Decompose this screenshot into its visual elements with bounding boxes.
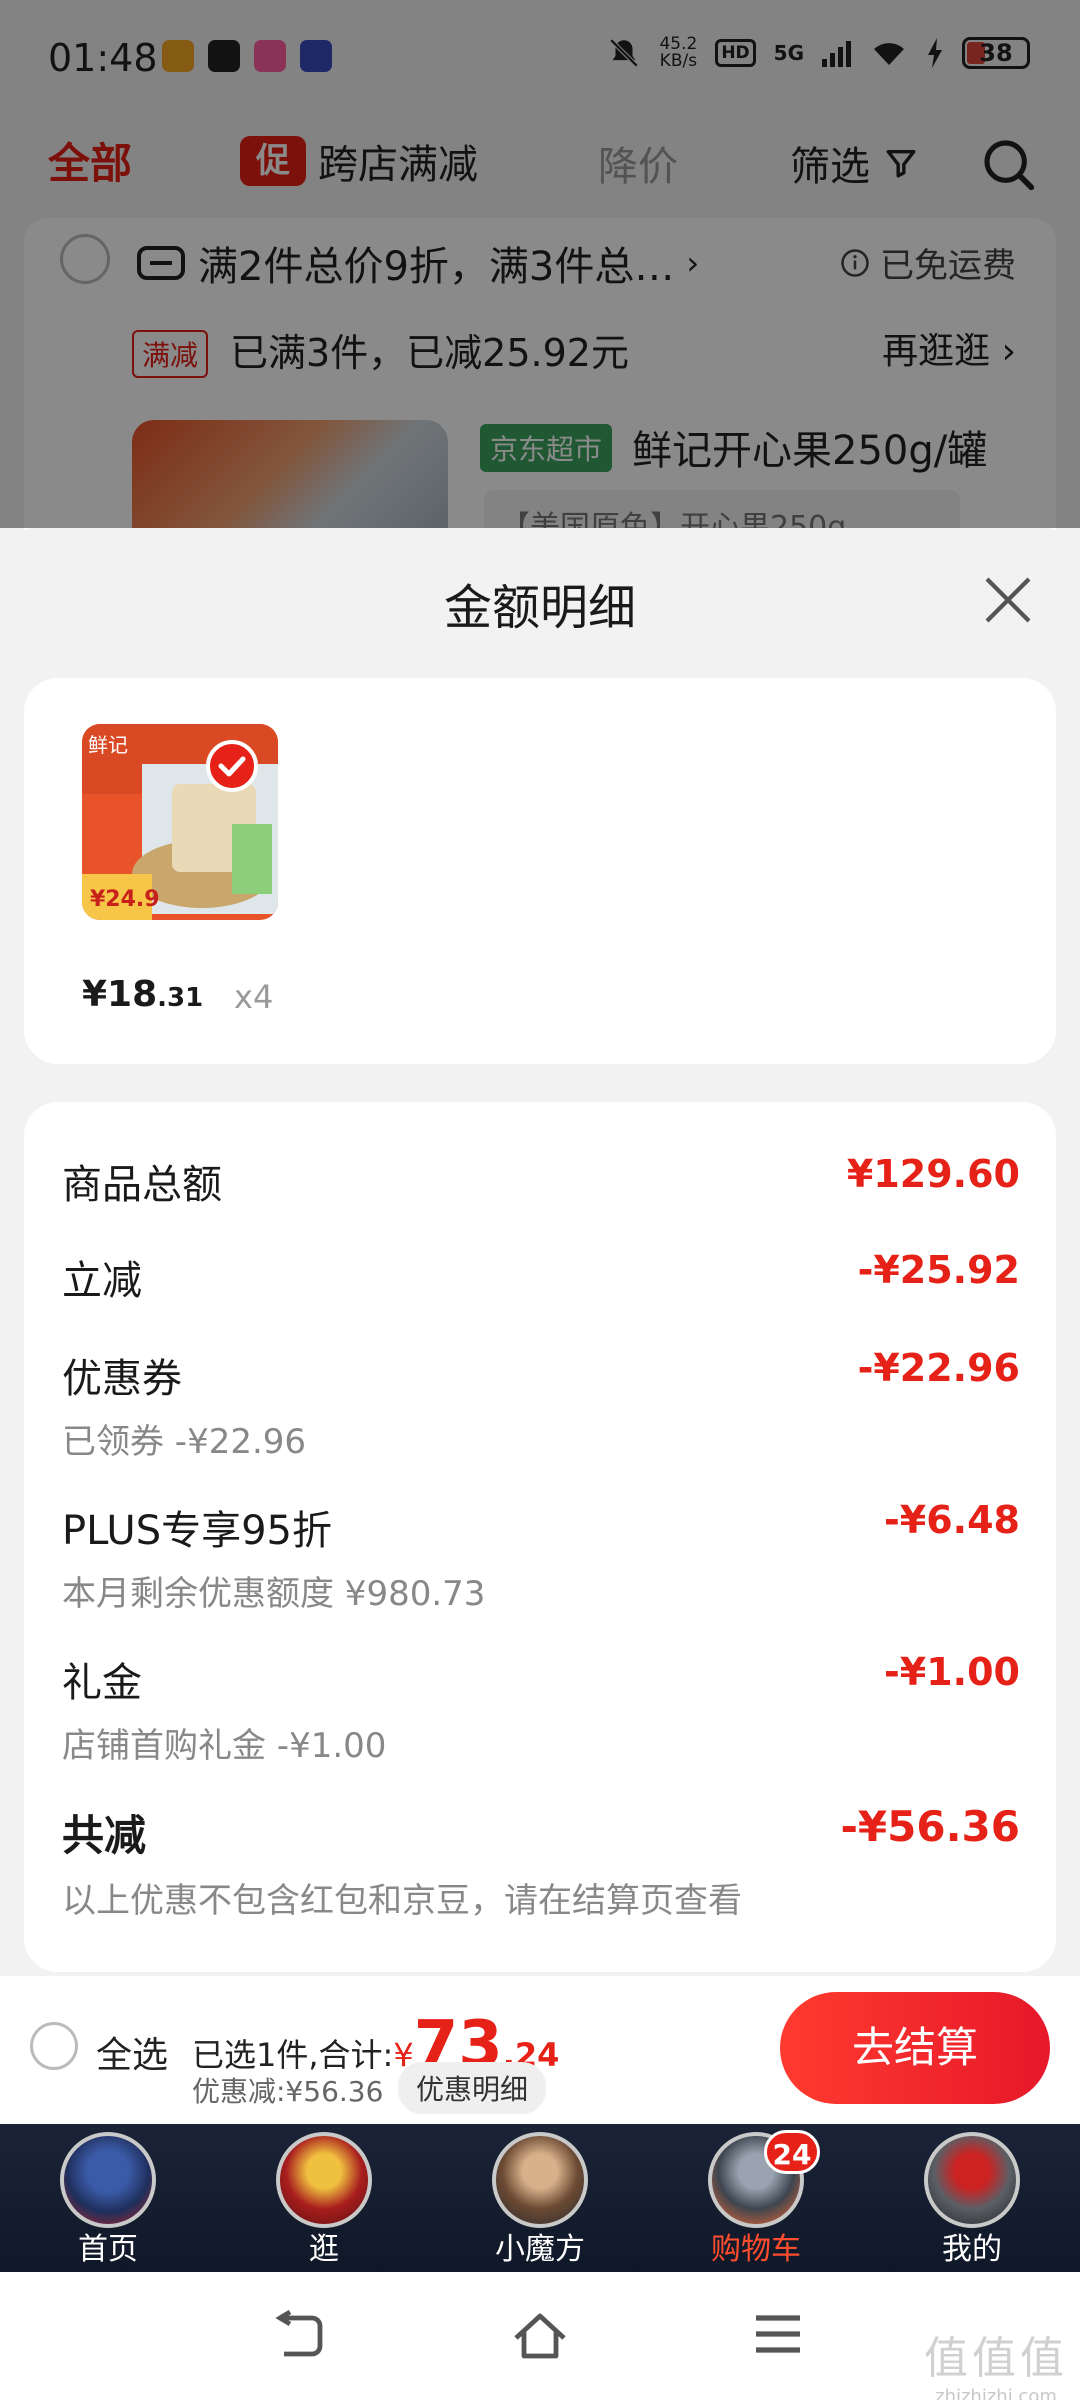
tab-me[interactable]: 我的 bbox=[902, 2124, 1042, 2272]
row-coupon: 优惠券 已领券 -¥22.96 -¥22.96 bbox=[62, 1346, 1020, 1462]
select-all-checkbox[interactable] bbox=[30, 2022, 78, 2070]
watermark: 值值值 zhizhizhi.com bbox=[924, 2333, 1068, 2400]
dim-overlay[interactable] bbox=[0, 0, 1080, 528]
ant-man-avatar-icon bbox=[924, 2132, 1020, 2228]
captain-america-avatar-icon bbox=[60, 2132, 156, 2228]
discount-detail-button[interactable]: 优惠明细 bbox=[398, 2062, 547, 2114]
tab-magic-cube[interactable]: 小魔方 bbox=[470, 2124, 610, 2272]
row-total-discount: 共减 以上优惠不包含红包和京豆，请在结算页查看 -¥56.36 bbox=[62, 1802, 1020, 1921]
row-goods-total: 商品总额 ¥129.60 bbox=[62, 1152, 1020, 1208]
row-instant-discount: 立减 -¥25.92 bbox=[62, 1248, 1020, 1304]
price-breakdown-card: 商品总额 ¥129.60 立减 -¥25.92 优惠券 已领券 -¥22.96 … bbox=[24, 1102, 1056, 1972]
tab-browse[interactable]: 逛 bbox=[254, 2124, 394, 2272]
bottom-tab-bar: 首页 逛 小魔方 购物车 24 我的 bbox=[0, 2124, 1080, 2272]
thumb-brand: 鲜记 bbox=[88, 733, 128, 757]
checkout-button[interactable]: 去结算 bbox=[780, 1992, 1050, 2104]
savings-text: 优惠减:¥56.36 bbox=[192, 2075, 384, 2108]
menu-icon[interactable] bbox=[752, 2310, 804, 2358]
home-icon[interactable] bbox=[510, 2310, 570, 2362]
quantity: x4 bbox=[234, 978, 274, 1016]
back-icon[interactable] bbox=[272, 2310, 328, 2362]
sheet-title: 金额明细 bbox=[443, 580, 636, 636]
amount-detail-sheet: 金额明细 鲜记 ¥24.9 ¥18.31 x4 商品总额 ¥129.60 立减 … bbox=[0, 528, 1080, 1980]
row-plus-discount: PLUS专享95折 本月剩余优惠额度 ¥980.73 -¥6.48 bbox=[62, 1498, 1020, 1614]
tab-cart[interactable]: 购物车 24 bbox=[686, 2124, 826, 2272]
close-icon[interactable] bbox=[980, 572, 1036, 628]
system-navigation-bar bbox=[0, 2272, 1080, 2400]
cart-count-badge: 24 bbox=[764, 2130, 820, 2174]
checkmark-icon bbox=[206, 740, 258, 792]
checkout-bar: 全选 已选1件,合计: ¥ 73 .24 优惠减:¥56.36 优惠明细 去结算 bbox=[0, 1976, 1080, 2124]
select-all-label[interactable]: 全选 bbox=[96, 2026, 168, 2078]
iron-man-avatar-icon bbox=[276, 2132, 372, 2228]
tab-home[interactable]: 首页 bbox=[38, 2124, 178, 2272]
unit-price: ¥18.31 bbox=[82, 974, 204, 1015]
selected-items-card: 鲜记 ¥24.9 ¥18.31 x4 bbox=[24, 678, 1056, 1064]
thumb-price: ¥24.9 bbox=[90, 887, 160, 912]
thor-avatar-icon bbox=[492, 2132, 588, 2228]
row-gift-cash: 礼金 店铺首购礼金 -¥1.00 -¥1.00 bbox=[62, 1650, 1020, 1766]
